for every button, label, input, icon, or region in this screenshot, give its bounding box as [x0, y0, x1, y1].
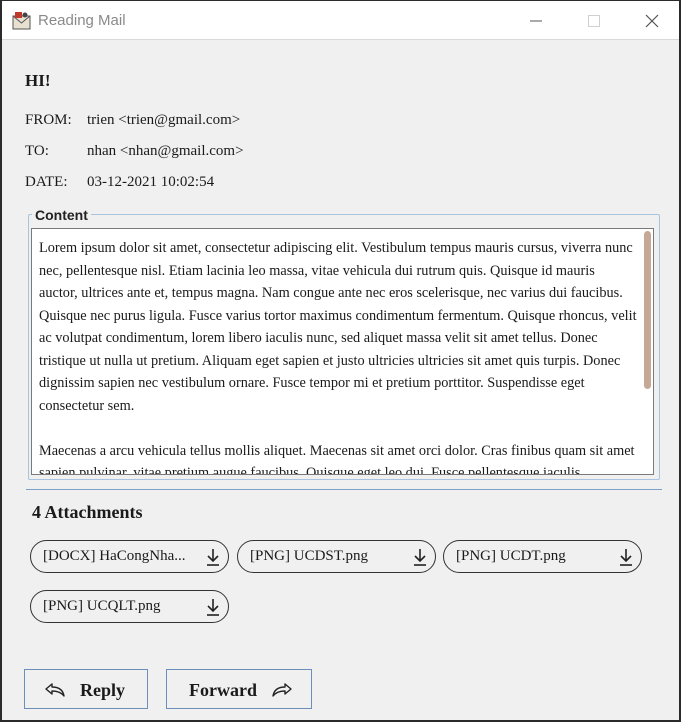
- separator: [26, 489, 662, 490]
- to-label: TO:: [25, 143, 49, 159]
- maximize-icon: [588, 15, 600, 27]
- attachments-title: 4 Attachments: [32, 502, 143, 522]
- mail-app-icon: [12, 12, 31, 30]
- close-button[interactable]: [623, 1, 681, 39]
- date-value: 03-12-2021 10:02:54: [87, 174, 215, 190]
- reply-label: Reply: [80, 680, 125, 700]
- window-title: Reading Mail: [38, 12, 126, 29]
- title-bar[interactable]: Reading Mail: [2, 1, 679, 40]
- from-label: FROM:: [25, 112, 72, 128]
- attachment-label: [PNG] UCDST.png: [250, 548, 369, 564]
- download-icon[interactable]: [205, 597, 221, 617]
- attachment-chip-1[interactable]: [DOCX] HaCongNha...: [30, 540, 229, 573]
- content-body: Lorem ipsum dolor sit amet, consectetur …: [39, 237, 637, 475]
- close-icon: [645, 14, 659, 28]
- content-legend: Content: [32, 207, 91, 223]
- forward-arrow-icon: [272, 683, 292, 697]
- attachment-label: [DOCX] HaCongNha...: [43, 548, 186, 564]
- download-icon[interactable]: [412, 547, 428, 567]
- attachment-chip-3[interactable]: [PNG] UCDT.png: [443, 540, 642, 573]
- reading-mail-window: Reading Mail HI! FROM: trien <trien@gmai…: [0, 0, 681, 722]
- reply-arrow-icon: [45, 683, 65, 697]
- download-icon[interactable]: [618, 547, 634, 567]
- download-icon[interactable]: [205, 547, 221, 567]
- attachment-chip-4[interactable]: [PNG] UCQLT.png: [30, 590, 229, 623]
- date-label: DATE:: [25, 174, 68, 190]
- forward-button[interactable]: Forward: [166, 669, 312, 709]
- forward-label: Forward: [189, 680, 257, 700]
- maximize-button[interactable]: [565, 1, 623, 39]
- mail-subject: HI!: [25, 71, 51, 90]
- content-text-area[interactable]: Lorem ipsum dolor sit amet, consectetur …: [31, 228, 654, 475]
- content-scrollbar-thumb[interactable]: [644, 231, 651, 389]
- attachment-label: [PNG] UCQLT.png: [43, 598, 161, 614]
- from-value: trien <trien@gmail.com>: [87, 112, 241, 128]
- minimize-button[interactable]: [507, 1, 565, 39]
- content-paragraph-1: Lorem ipsum dolor sit amet, consectetur …: [39, 240, 637, 414]
- content-paragraph-2: Maecenas a arcu vehicula tellus mollis a…: [39, 442, 635, 475]
- attachment-label: [PNG] UCDT.png: [456, 548, 566, 564]
- minimize-icon: [530, 20, 542, 22]
- reply-button[interactable]: Reply: [24, 669, 148, 709]
- attachment-chip-2[interactable]: [PNG] UCDST.png: [237, 540, 436, 573]
- to-value: nhan <nhan@gmail.com>: [87, 143, 244, 159]
